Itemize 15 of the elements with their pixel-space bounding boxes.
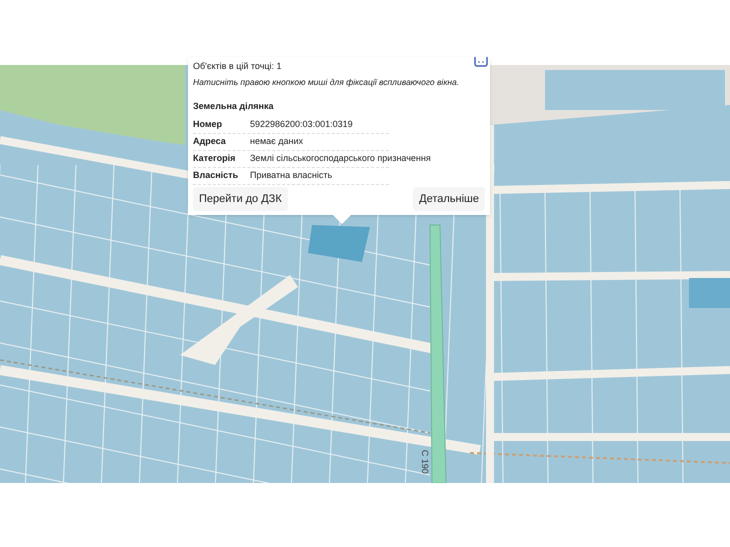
section-title: Земельна ділянка [193,101,275,112]
field-label: Власність [193,169,240,182]
field-value: Приватна власність [250,169,332,182]
popup-hint: Натисніть правою кнопкою миші для фіксації вспливаючого вікна. [193,77,460,88]
go-to-registry-button[interactable]: Перейти до ДЗК [193,187,288,211]
road-label: С 190 [418,450,431,474]
field-label: Категорія [193,152,236,166]
field-label: Адреса [193,135,227,148]
field-value: немає даних [250,135,304,148]
details-button[interactable]: Детальніше [413,187,485,211]
field-value: 5922986200:03:001:0319 [250,118,353,132]
field-label: Номер [193,118,224,132]
objects-count: Об'єктів в цій точці: 1 [193,61,283,72]
field-value: Землі сільськогосподарського призначення [250,152,431,166]
more-icon[interactable] [474,57,488,67]
